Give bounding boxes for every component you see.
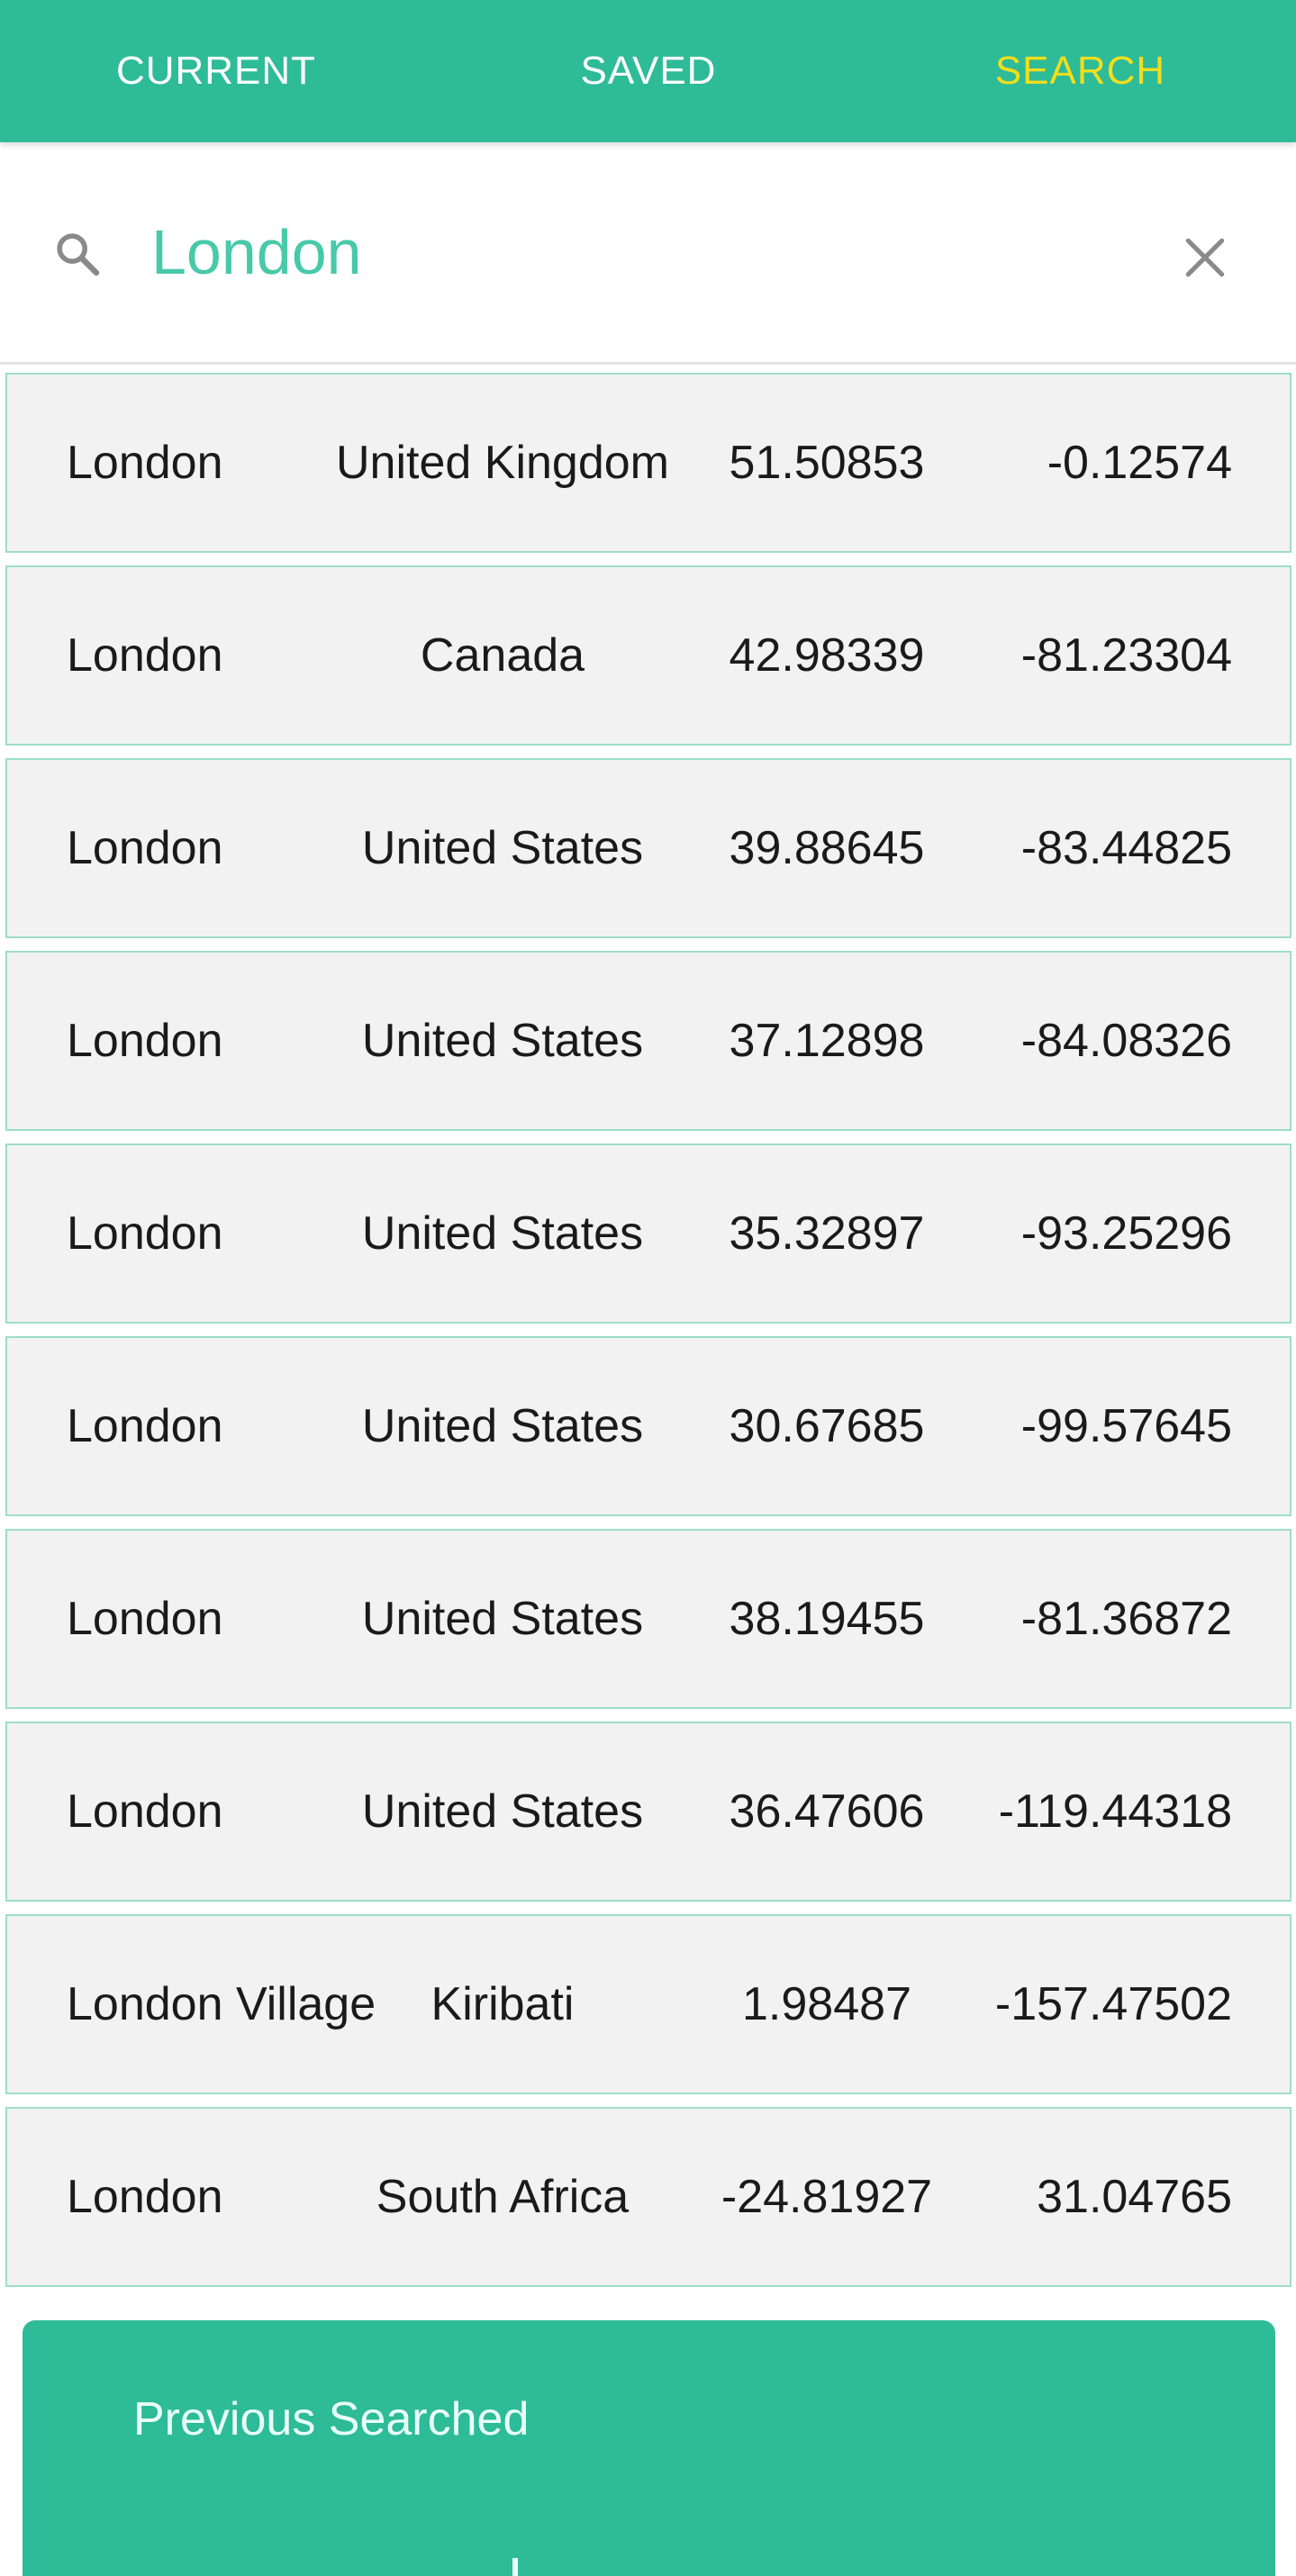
latitude: 37.12898 (729, 1015, 925, 1067)
results-list: London United Kingdom 51.50853 -0.12574 … (5, 373, 1291, 2300)
previous-searched-title: Previous Searched (133, 2393, 530, 2445)
list-item[interactable]: London South Africa -24.81927 31.04765 (5, 2107, 1291, 2287)
longitude: -81.23304 (1020, 629, 1232, 682)
longitude: -81.36872 (1020, 1593, 1232, 1645)
latitude: 38.19455 (729, 1593, 925, 1645)
longitude: -119.44318 (998, 1785, 1232, 1838)
country-name: United States (361, 1015, 644, 1067)
search-bar: London (0, 142, 1296, 365)
city-name: London (67, 1207, 223, 1260)
tab-current[interactable]: CURRENT (0, 0, 432, 142)
longitude: -93.25296 (1020, 1207, 1232, 1260)
longitude: -0.12574 (1047, 437, 1232, 489)
longitude: -157.47502 (994, 1978, 1232, 2030)
country-name: United States (361, 1785, 644, 1838)
city-name: London (67, 629, 223, 682)
latitude: 51.50853 (729, 437, 925, 489)
latitude: 42.98339 (729, 629, 925, 682)
tab-bar: CURRENT SAVED SEARCH (0, 0, 1296, 142)
list-item[interactable]: London Village Kiribati 1.98487 -157.475… (5, 1914, 1291, 2094)
latitude: 39.88645 (729, 822, 925, 874)
list-item[interactable]: London United States 30.67685 -99.57645 (5, 1336, 1291, 1516)
list-item[interactable]: London United States 39.88645 -83.44825 (5, 758, 1291, 938)
country-name: South Africa (376, 2171, 630, 2223)
search-icon (57, 233, 100, 276)
country-name: United Kingdom (336, 437, 669, 489)
country-name: Canada (420, 629, 585, 682)
list-item[interactable]: London Canada 42.98339 -81.23304 (5, 565, 1291, 746)
tab-search[interactable]: SEARCH (865, 0, 1296, 142)
partial-text-mark (512, 2558, 518, 2576)
latitude: 30.67685 (729, 1400, 925, 1452)
country-name: United States (361, 1400, 644, 1452)
list-item[interactable]: London United States 37.12898 -84.08326 (5, 951, 1291, 1131)
country-name: United States (361, 1207, 644, 1260)
longitude: -99.57645 (1020, 1400, 1232, 1452)
city-name: London (67, 1400, 223, 1452)
previous-searched-card[interactable]: Previous Searched (23, 2320, 1275, 2576)
longitude: -84.08326 (1020, 1015, 1232, 1067)
latitude: 36.47606 (729, 1785, 925, 1838)
city-name: London (67, 437, 223, 489)
app-screen: CURRENT SAVED SEARCH London London Unite… (0, 0, 1296, 2576)
longitude: -83.44825 (1020, 822, 1232, 874)
list-item[interactable]: London United Kingdom 51.50853 -0.12574 (5, 373, 1291, 553)
close-icon[interactable] (1180, 232, 1230, 283)
list-item[interactable]: London United States 38.19455 -81.36872 (5, 1529, 1291, 1709)
country-name: United States (361, 822, 644, 874)
latitude: 1.98487 (742, 1978, 911, 2030)
city-name: London (67, 1593, 223, 1645)
country-name: Kiribati (430, 1978, 575, 2030)
tab-saved[interactable]: SAVED (432, 0, 865, 142)
list-item[interactable]: London United States 36.47606 -119.44318 (5, 1722, 1291, 1902)
latitude: 35.32897 (729, 1207, 925, 1260)
city-name: London (67, 822, 223, 874)
city-name: London (67, 1785, 223, 1838)
city-name: London (67, 1015, 223, 1067)
country-name: United States (361, 1593, 644, 1645)
city-name: London (67, 2171, 223, 2223)
latitude: -24.81927 (721, 2171, 933, 2223)
list-item[interactable]: London United States 35.32897 -93.25296 (5, 1143, 1291, 1324)
search-input[interactable]: London (151, 142, 1142, 362)
longitude: 31.04765 (1037, 2171, 1232, 2223)
